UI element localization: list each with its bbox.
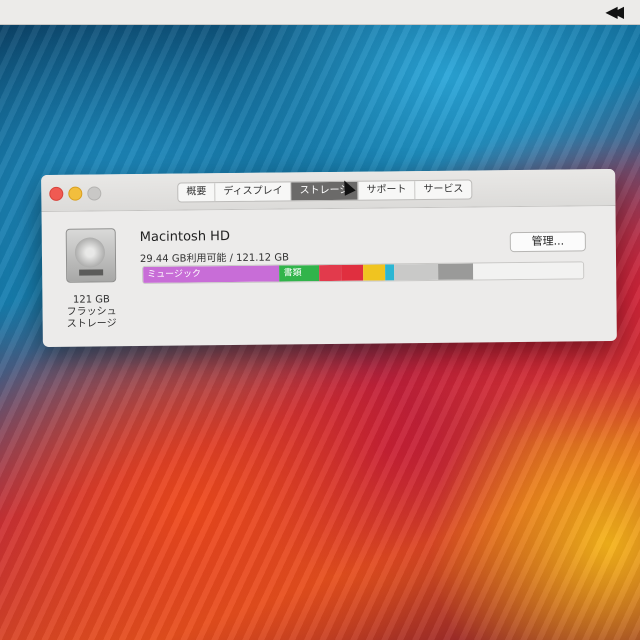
storage-segment <box>319 264 342 282</box>
storage-segment: ミュージック <box>143 265 280 283</box>
manage-button[interactable]: 管理... <box>509 231 586 253</box>
fast-rewind-icon[interactable]: ◀◀ <box>605 2 623 21</box>
disk-type-line2: ストレージ <box>66 318 117 330</box>
disk-capacity-info: 121 GB フラッシュ ストレージ <box>52 294 130 331</box>
tab-displays[interactable]: ディスプレイ <box>215 182 292 202</box>
close-button[interactable] <box>49 186 64 201</box>
disk-type-line1: フラッシュ <box>66 306 117 318</box>
disk-name: Macintosh HD <box>139 229 231 245</box>
storage-segment <box>473 262 584 280</box>
menu-bar: ◀◀ <box>0 0 640 25</box>
storage-segment <box>363 264 386 281</box>
tab-service[interactable]: サービス <box>415 181 471 200</box>
tab-support[interactable]: サポート <box>358 181 416 200</box>
zoom-button[interactable] <box>87 186 102 201</box>
disk-capacity: 121 GB <box>72 294 110 306</box>
storage-segment: 書類 <box>279 265 320 282</box>
storage-segment <box>341 264 364 281</box>
disk-label-strip <box>79 269 104 276</box>
tab-overview[interactable]: 概要 <box>178 183 216 202</box>
window-titlebar: 概要 ディスプレイ ストレージ サポート サービス <box>41 168 616 213</box>
tab-bar: 概要 ディスプレイ ストレージ サポート サービス <box>177 179 473 203</box>
storage-segment <box>393 263 439 281</box>
storage-segment <box>437 263 474 280</box>
minimize-button[interactable] <box>68 186 83 201</box>
disk-usage: 29.44 GB利用可能 / 121.12 GB <box>139 252 289 265</box>
storage-usage-bar: ミュージック 書類 <box>142 261 585 284</box>
hard-disk-icon <box>65 228 117 283</box>
disk-platter <box>74 237 106 268</box>
storage-segment <box>385 264 395 281</box>
about-this-mac-window: 概要 ディスプレイ ストレージ サポート サービス 121 GB フラッシュ ス… <box>41 168 617 348</box>
